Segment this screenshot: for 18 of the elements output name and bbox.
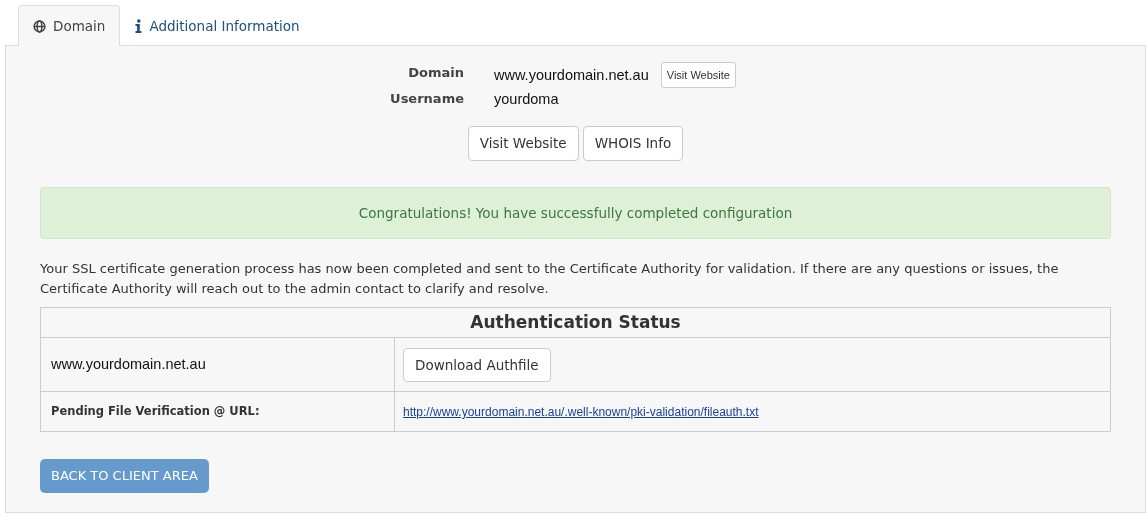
table-cell: Pending File Verification @ URL:	[40, 391, 395, 432]
table-cell: www.yourdomain.net.au	[40, 337, 395, 392]
info-message: Your SSL certificate generation process has now been completed and sent to the Certificate Authority for validation. If there are any questions or issues, the Certificate Authority will reach out to the admin contact to clarify and resolve.	[40, 259, 1060, 298]
field-value: www.yourdomain.net.au	[494, 66, 649, 86]
info-icon	[135, 19, 143, 34]
action-button[interactable]: WHOIS Info	[582, 126, 684, 161]
field-value: yourdoma	[494, 90, 559, 110]
field-label: Username	[389, 90, 464, 109]
success-alert: Congratulations! You have successfully completed configuration	[40, 186, 1111, 239]
action-button[interactable]: Visit Website	[467, 126, 579, 161]
tab[interactable]: Domain	[18, 5, 121, 47]
verification-link[interactable]: http://www.yourdomain.net.au/.well-known/pki-validation/fileauth.txt	[403, 405, 759, 419]
tab[interactable]: Additional Information	[120, 5, 315, 47]
globe-icon	[33, 19, 46, 33]
download-button[interactable]: Download Authfile	[403, 347, 551, 382]
visit-website-button[interactable]: Visit Website	[660, 62, 736, 89]
field-label: Domain	[407, 64, 464, 83]
table-title: Authentication Status	[40, 307, 1111, 338]
